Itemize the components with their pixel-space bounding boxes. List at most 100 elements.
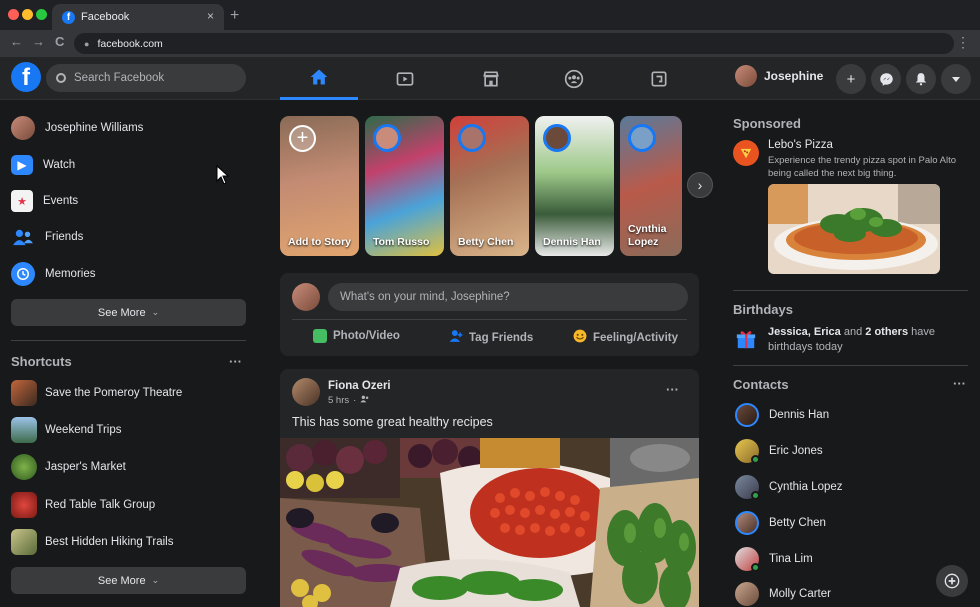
contact-item[interactable]: Cynthia Lopez — [735, 475, 843, 500]
new-message-button[interactable] — [936, 565, 968, 597]
contact-item[interactable]: Molly Carter — [735, 582, 831, 606]
contact-item[interactable]: Dennis Han — [735, 403, 829, 427]
gift-icon — [735, 328, 757, 350]
back-button[interactable]: ← — [10, 34, 23, 49]
contact-name: Tina Lim — [769, 553, 813, 565]
clock-icon — [11, 262, 35, 286]
post-card: Fiona Ozeri 5 hrs · ··· This has some gr… — [280, 369, 699, 607]
stories-next-button[interactable]: › — [687, 172, 713, 198]
story-card-add[interactable]: + Add to Story — [280, 116, 359, 256]
birthday-and: and — [843, 326, 863, 338]
account-menu-button[interactable] — [941, 64, 971, 94]
notifications-button[interactable] — [906, 64, 936, 94]
online-status-icon — [751, 455, 760, 464]
avatar — [735, 65, 757, 87]
shortcut-thumbnail — [11, 380, 37, 406]
contact-item[interactable]: Eric Jones — [735, 439, 823, 464]
close-window-button[interactable] — [8, 9, 19, 20]
see-more-button[interactable]: See More ⌄ — [11, 299, 246, 326]
tab-groups[interactable] — [535, 57, 613, 100]
post-photo[interactable] — [280, 438, 699, 607]
birthdays-title: Birthdays — [733, 302, 793, 317]
story-card[interactable]: Tom Russo — [365, 116, 444, 256]
tag-friends-icon — [449, 329, 463, 346]
contact-name: Dennis Han — [769, 409, 830, 421]
minimize-window-button[interactable] — [22, 9, 33, 20]
reload-button[interactable]: C — [55, 34, 64, 49]
see-more-shortcuts-button[interactable]: See More ⌄ — [11, 567, 246, 594]
address-bar[interactable]: ● facebook.com — [74, 33, 954, 54]
maximize-window-button[interactable] — [36, 9, 47, 20]
story-card[interactable]: Dennis Han — [535, 116, 614, 256]
tab-close-icon[interactable]: × — [207, 9, 214, 23]
tab-gaming[interactable] — [620, 57, 698, 100]
contact-item[interactable]: Tina Lim — [735, 547, 813, 572]
browser-tab[interactable]: f Facebook × — [52, 4, 224, 30]
shortcut-item[interactable]: Jasper's Market — [11, 452, 126, 482]
story-avatar — [543, 124, 571, 152]
friends-audience-icon — [360, 395, 370, 406]
watch-icon — [396, 71, 414, 86]
lock-icon: ● — [84, 38, 90, 49]
calendar-icon: ★ — [11, 190, 33, 212]
contact-item[interactable]: Betty Chen — [735, 511, 826, 535]
avatar — [735, 582, 759, 606]
story-avatar — [458, 124, 486, 152]
sponsored-image[interactable] — [768, 184, 940, 274]
browser-toolbar: ← → C ● facebook.com ⋮ — [0, 30, 980, 57]
shortcut-thumbnail — [11, 417, 37, 443]
shortcuts-more-button[interactable]: ··· — [229, 354, 242, 369]
shortcut-item[interactable]: Red Table Talk Group — [11, 490, 155, 520]
sidebar-item-watch[interactable]: ▶ Watch — [11, 150, 75, 180]
avatar — [292, 378, 320, 406]
new-tab-button[interactable]: + — [230, 7, 239, 25]
facebook-logo-icon[interactable]: f — [11, 62, 41, 92]
profile-shortcut[interactable]: Josephine — [735, 65, 823, 87]
sponsored-name[interactable]: Lebo's Pizza — [768, 139, 833, 151]
create-button[interactable]: + — [836, 64, 866, 94]
facebook-header: f Search Facebook Josephine + — [0, 57, 980, 100]
story-card[interactable]: Betty Chen — [450, 116, 529, 256]
sponsored-description: Experience the trendy pizza spot in Palo… — [768, 155, 957, 179]
composer-input[interactable]: What's on your mind, Josephine? — [328, 283, 688, 311]
messenger-button[interactable] — [871, 64, 901, 94]
composer-card: What's on your mind, Josephine? Photo/Vi… — [280, 273, 699, 356]
plus-icon: + — [846, 70, 856, 88]
sidebar-item-events[interactable]: ★ Events — [11, 186, 78, 216]
forward-button[interactable]: → — [32, 34, 45, 49]
shortcut-item[interactable]: Weekend Trips — [11, 415, 122, 445]
friends-icon — [11, 225, 35, 249]
messenger-icon — [879, 72, 893, 86]
post-time[interactable]: 5 hrs — [328, 395, 349, 406]
photo-video-button[interactable]: Photo/Video — [313, 329, 400, 343]
tab-marketplace[interactable] — [452, 57, 530, 100]
tab-home[interactable] — [280, 57, 358, 100]
birthdays-text[interactable]: Jessica, Erica and 2 others have birthda… — [768, 325, 968, 355]
post-more-button[interactable]: ··· — [666, 382, 679, 397]
story-avatar — [373, 124, 401, 152]
tag-friends-button[interactable]: Tag Friends — [449, 329, 533, 346]
story-card[interactable]: Cynthia Lopez — [620, 116, 682, 256]
feeling-activity-button[interactable]: Feeling/Activity — [573, 329, 678, 346]
sidebar-item-label: Events — [43, 195, 79, 207]
sidebar-item-friends[interactable]: Friends — [11, 222, 83, 252]
gaming-icon — [651, 71, 667, 86]
shortcut-label: Weekend Trips — [45, 424, 122, 436]
composer-placeholder: What's on your mind, Josephine? — [340, 291, 510, 303]
shortcut-item[interactable]: Best Hidden Hiking Trails — [11, 527, 173, 557]
post-author[interactable]: Fiona Ozeri — [328, 380, 391, 392]
divider — [292, 319, 687, 320]
contacts-more-button[interactable]: ··· — [953, 376, 966, 391]
tab-watch[interactable] — [366, 57, 444, 100]
divider — [733, 365, 968, 366]
browser-menu-button[interactable]: ⋮ — [956, 34, 970, 51]
caret-down-icon — [952, 77, 960, 82]
sidebar-item-memories[interactable]: Memories — [11, 259, 95, 289]
avatar — [11, 116, 35, 140]
contact-name: Betty Chen — [769, 517, 826, 529]
shortcut-item[interactable]: Save the Pomeroy Theatre — [11, 378, 182, 408]
search-input[interactable]: Search Facebook — [46, 64, 246, 92]
lebos-pizza-logo-icon[interactable] — [733, 140, 759, 166]
add-story-plus-icon: + — [289, 125, 316, 152]
sidebar-item-profile[interactable]: Josephine Williams — [11, 113, 143, 143]
